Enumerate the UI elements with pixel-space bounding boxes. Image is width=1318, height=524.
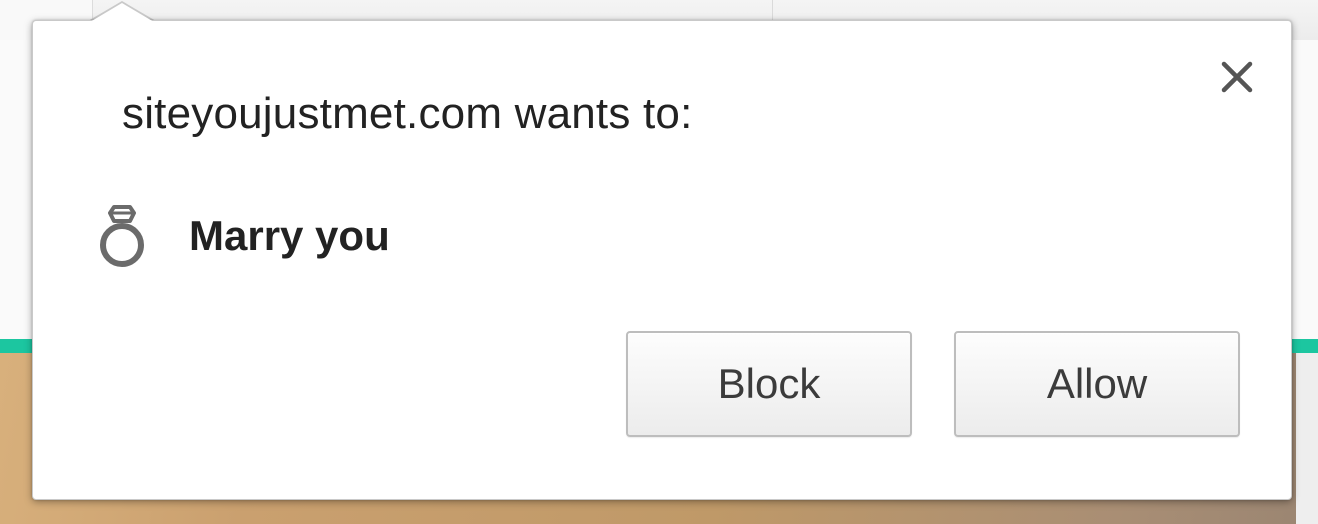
ring-icon xyxy=(95,201,149,271)
popup-arrow-fill xyxy=(90,3,154,22)
block-button[interactable]: Block xyxy=(626,331,912,437)
prompt-title: siteyoujustmet.com wants to: xyxy=(122,89,693,138)
close-icon xyxy=(1220,60,1254,99)
toolbar-divider xyxy=(772,0,773,22)
permission-prompt: siteyoujustmet.com wants to: Marry you B… xyxy=(32,20,1292,500)
browser-window: siteyoujustmet.com wants to: Marry you B… xyxy=(0,0,1318,524)
close-button[interactable] xyxy=(1217,59,1257,99)
permission-item: Marry you xyxy=(95,201,390,271)
allow-button[interactable]: Allow xyxy=(954,331,1240,437)
permission-label: Marry you xyxy=(189,212,390,259)
